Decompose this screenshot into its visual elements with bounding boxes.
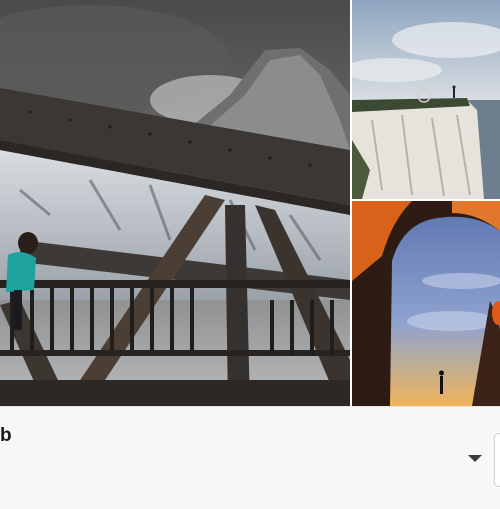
photo-bridge[interactable]: [0, 0, 350, 406]
photo-collage: [0, 0, 500, 406]
photo-arch-image: [352, 201, 500, 406]
photo-cliff[interactable]: [352, 0, 500, 199]
caret-down-icon[interactable]: [468, 455, 482, 462]
photo-bridge-image: [0, 0, 350, 406]
photo-cliff-image: [352, 0, 500, 199]
bottom-bar: b: [0, 406, 500, 509]
select-box[interactable]: [494, 433, 500, 487]
photo-arch[interactable]: [352, 201, 500, 406]
bar-label: b: [0, 425, 12, 446]
